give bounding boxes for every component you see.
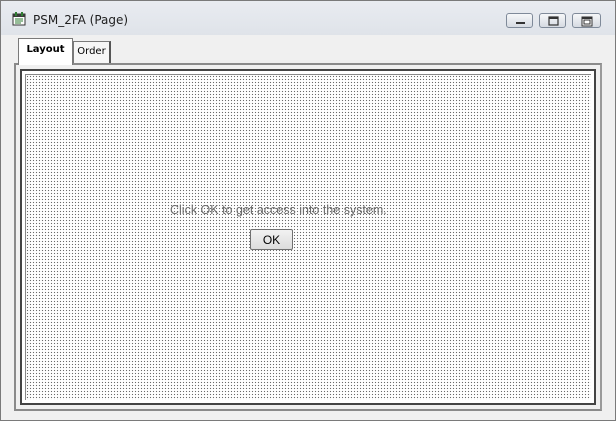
design-canvas-frame: Click OK to get access into the system. …: [20, 69, 596, 405]
minimize-button[interactable]: [506, 13, 533, 28]
tab-layout[interactable]: Layout: [18, 38, 73, 65]
maximize-button[interactable]: [539, 13, 566, 28]
access-message-label: Click OK to get access into the system.: [170, 203, 387, 217]
tab-panel: Click OK to get access into the system. …: [14, 63, 602, 411]
close-button[interactable]: [572, 13, 601, 28]
page-icon: [12, 11, 27, 26]
title-bar[interactable]: PSM_2FA (Page): [1, 1, 615, 35]
window-title: PSM_2FA (Page): [33, 13, 129, 27]
design-canvas[interactable]: Click OK to get access into the system. …: [25, 74, 591, 400]
application-window: PSM_2FA (Page) Layout Order Click OK to …: [0, 0, 616, 421]
ok-button[interactable]: OK: [250, 229, 293, 250]
tab-order[interactable]: Order: [73, 41, 111, 63]
